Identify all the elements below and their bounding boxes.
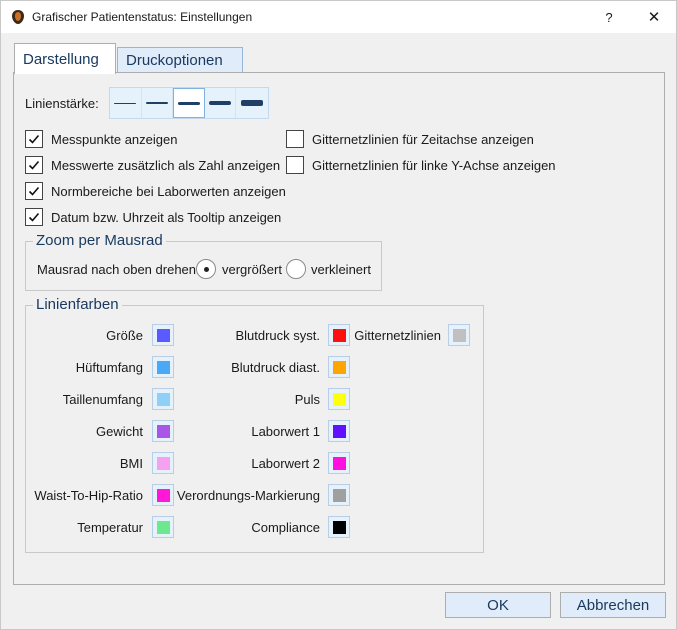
line-width-option-4[interactable] [205,88,237,118]
line-thin-medium-icon [145,102,168,104]
color-swatch [332,360,346,374]
title-bar: Grafischer Patientenstatus: Einstellunge… [1,1,676,33]
close-icon: ✕ [647,9,661,26]
line-colors-title: Linienfarben [33,296,122,313]
checkbox-messpunkte-label: Messpunkte anzeigen [51,132,178,147]
color-swatch [332,424,346,438]
color-swatch [156,520,170,534]
color-label-verordnungs-markierung: Verordnungs-Markierung [176,488,320,503]
color-swatch [156,328,170,342]
radio-vergroessert[interactable] [196,259,216,279]
radio-verkleinert[interactable] [286,259,306,279]
color-button-verordnungs-markierung[interactable] [328,484,350,506]
tab-druckoptionen[interactable]: Druckoptionen [117,47,243,73]
color-button-temperatur[interactable] [152,516,174,538]
color-swatch [332,392,346,406]
color-label-laborwert-1: Laborwert 1 [251,424,320,439]
app-logo-icon [12,10,24,24]
checkbox-messpunkte[interactable] [25,130,43,148]
color-button-bmi[interactable] [152,452,174,474]
color-swatch [156,456,170,470]
color-label-gewicht: Gewicht [96,424,143,439]
checkbox-tooltip-label: Datum bzw. Uhrzeit als Tooltip anzeigen [51,210,282,225]
line-width-label: Linienstärke: [25,96,99,111]
color-swatch [332,456,346,470]
color-button-gewicht[interactable] [152,420,174,442]
color-label-groesse: Größe [106,328,143,343]
color-swatch [156,424,170,438]
color-button-gitternetzlinien[interactable] [448,324,470,346]
checkbox-normbereiche-label: Normbereiche bei Laborwerten anzeigen [51,184,286,199]
color-label-taillenumfang: Taillenumfang [62,392,143,407]
color-button-blutdruck-diast[interactable] [328,356,350,378]
line-width-option-5[interactable] [236,88,268,118]
color-swatch [156,488,170,502]
checkbox-grid-zeitachse-label: Gitternetzlinien für Zeitachse anzeigen [312,132,534,147]
color-button-groesse[interactable] [152,324,174,346]
checkmark-icon [28,160,40,170]
tab-darstellung[interactable]: Darstellung [14,43,116,74]
window-title: Grafischer Patientenstatus: Einstellunge… [32,10,253,24]
zoom-group-title: Zoom per Mausrad [33,232,166,249]
color-swatch [156,392,170,406]
cancel-button[interactable]: Abbrechen [560,592,666,618]
color-button-compliance[interactable] [328,516,350,538]
checkbox-messwerte-zahl[interactable] [25,156,43,174]
color-swatch [332,520,346,534]
line-thick-icon [209,101,232,105]
line-width-option-1[interactable] [110,88,142,118]
color-button-blutdruck-syst[interactable] [328,324,350,346]
zoom-label: Mausrad nach oben drehen [37,262,197,277]
color-swatch [452,328,466,342]
line-width-selector [109,87,269,119]
line-width-option-3[interactable] [173,88,205,118]
color-label-bmi: BMI [119,456,143,471]
color-label-puls: Puls [294,392,320,407]
color-button-puls[interactable] [328,388,350,410]
checkmark-icon [28,212,40,222]
line-extra-thick-icon [241,100,264,106]
color-button-laborwert-1[interactable] [328,420,350,442]
color-label-blutdruck-diast: Blutdruck diast. [231,360,320,375]
checkbox-messwerte-zahl-label: Messwerte zusätzlich als Zahl anzeigen [51,158,281,173]
color-button-waist-to-hip[interactable] [152,484,174,506]
color-swatch [332,328,346,342]
radio-vergroessert-label: vergrößert [222,262,282,277]
color-label-compliance: Compliance [251,520,320,535]
checkbox-grid-y-achse[interactable] [286,156,304,174]
checkbox-grid-zeitachse[interactable] [286,130,304,148]
color-label-blutdruck-syst: Blutdruck syst. [235,328,320,343]
checkbox-tooltip[interactable] [25,208,43,226]
color-button-taillenumfang[interactable] [152,388,174,410]
color-swatch [156,360,170,374]
checkmark-icon [28,186,40,196]
ok-button[interactable]: OK [445,592,551,618]
color-button-hueftumfang[interactable] [152,356,174,378]
checkbox-grid-y-achse-label: Gitternetzlinien für linke Y-Achse anzei… [312,158,556,173]
line-width-option-2[interactable] [142,88,174,118]
color-button-laborwert-2[interactable] [328,452,350,474]
line-thin-icon [114,102,137,104]
checkmark-icon [28,134,40,144]
radio-verkleinert-label: verkleinert [311,262,371,277]
line-medium-icon [177,101,200,105]
close-button[interactable]: ✕ [634,1,674,33]
color-swatch [332,488,346,502]
color-label-waist-to-hip: Waist-To-Hip-Ratio [34,488,143,503]
radio-selected-dot [203,266,209,272]
color-label-gitternetzlinien: Gitternetzlinien [354,328,441,343]
color-label-temperatur: Temperatur [77,520,143,535]
checkbox-normbereiche[interactable] [25,182,43,200]
help-button[interactable]: ? [589,1,629,33]
settings-dialog: Grafischer Patientenstatus: Einstellunge… [0,0,677,630]
color-label-laborwert-2: Laborwert 2 [251,456,320,471]
color-label-hueftumfang: Hüftumfang [75,360,143,375]
